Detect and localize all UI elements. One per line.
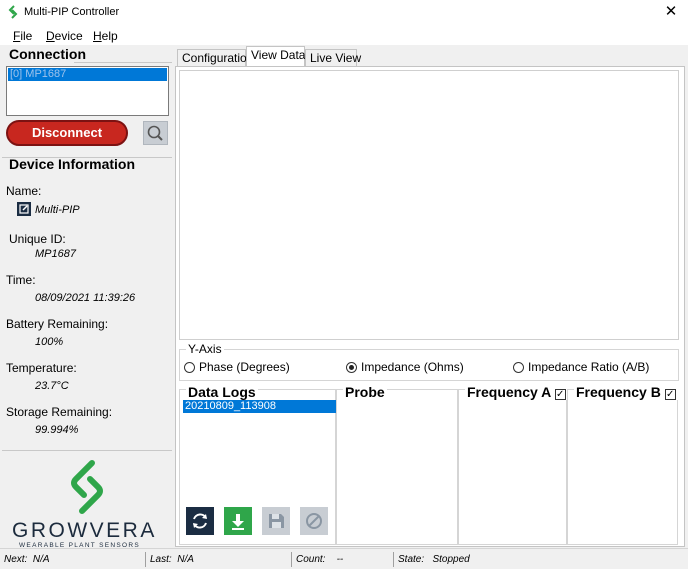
frequency-a-title: Frequency A ✓ <box>465 384 568 400</box>
battery-label: Battery Remaining: <box>6 317 109 331</box>
menu-help[interactable]: Help <box>93 29 118 43</box>
save-button[interactable] <box>262 507 290 535</box>
prohibited-icon <box>306 513 322 529</box>
radio-impedance-ratio[interactable]: Impedance Ratio (A/B) <box>513 360 649 374</box>
close-button[interactable]: ✕ <box>654 0 688 25</box>
probe-group: Probe <box>336 384 458 545</box>
chart-area[interactable] <box>179 70 679 340</box>
disconnect-button[interactable]: Disconnect <box>6 120 128 146</box>
brand-name: GROWVERA <box>12 519 157 542</box>
menu-bar: File Device Help <box>0 25 688 45</box>
radio-button[interactable] <box>184 362 195 373</box>
growvera-logo-icon <box>71 460 103 514</box>
storage-label: Storage Remaining: <box>6 405 113 419</box>
radio-button-selected[interactable] <box>346 362 357 373</box>
cancel-button[interactable] <box>300 507 328 535</box>
divider <box>393 552 394 567</box>
device-info-title: Device Information <box>9 156 136 172</box>
divider <box>145 552 146 567</box>
y-axis-title: Y-Axis <box>186 342 224 356</box>
tab-view-data[interactable]: View Data <box>246 46 305 66</box>
search-button[interactable] <box>143 121 168 145</box>
edit-icon <box>19 204 29 214</box>
name-value: Multi-PIP <box>35 204 80 216</box>
y-axis-group: Y-Axis Phase (Degrees) Impedance (Ohms) … <box>179 342 679 381</box>
time-label: Time: <box>6 273 36 287</box>
temperature-label: Temperature: <box>6 361 77 375</box>
divider <box>2 450 172 451</box>
tab-live-view[interactable]: Live View <box>305 49 361 66</box>
refresh-button[interactable] <box>186 507 214 535</box>
time-value: 08/09/2021 11:39:26 <box>35 292 136 304</box>
tab-configuration[interactable]: Configuration <box>177 49 253 66</box>
search-icon <box>147 125 163 141</box>
frequency-b-group: Frequency B ✓ <box>567 384 678 545</box>
frequency-b-checkbox[interactable]: ✓ <box>664 389 676 400</box>
temperature-value: 23.7°C <box>35 380 69 392</box>
battery-value: 100% <box>35 336 64 348</box>
download-icon <box>232 514 244 530</box>
title-bar: Multi-PIP Controller ✕ <box>0 0 688 25</box>
brand-logo: GROWVERA WEARABLE PLANT SENSORS <box>0 455 174 549</box>
radio-button[interactable] <box>513 362 524 373</box>
edit-name-button[interactable] <box>17 202 31 216</box>
window-title: Multi-PIP Controller <box>24 6 120 18</box>
frequency-a-group: Frequency A ✓ <box>458 384 568 545</box>
status-next: Next: N/A <box>4 554 50 565</box>
status-state: State: Stopped <box>398 554 470 565</box>
device-list[interactable]: [0] MP1687 <box>6 66 169 116</box>
growvera-logo-icon <box>8 5 18 19</box>
storage-value: 99.994% <box>35 424 79 436</box>
frequency-a-checkbox[interactable]: ✓ <box>554 389 566 400</box>
probe-title: Probe <box>343 384 387 400</box>
refresh-icon <box>193 513 207 529</box>
radio-phase[interactable]: Phase (Degrees) <box>184 360 290 374</box>
status-bar: Next: N/A Last: N/A Count: -- State: Sto… <box>0 548 688 569</box>
data-log-item[interactable]: 20210809_113908 <box>183 400 336 413</box>
data-logs-title: Data Logs <box>186 384 258 400</box>
divider <box>291 552 292 567</box>
status-last: Last: N/A <box>150 554 194 565</box>
name-label: Name: <box>6 184 42 198</box>
left-panel: Connection [0] MP1687 Disconnect Device … <box>0 45 174 549</box>
view-data-panel: Y-Axis Phase (Degrees) Impedance (Ohms) … <box>175 66 685 547</box>
menu-file[interactable]: File <box>13 29 32 43</box>
menu-device[interactable]: Device <box>46 29 83 43</box>
radio-impedance[interactable]: Impedance (Ohms) <box>346 360 464 374</box>
uid-label: Unique ID: <box>9 232 66 246</box>
connection-title: Connection <box>9 46 86 62</box>
uid-value: MP1687 <box>35 248 76 260</box>
frequency-b-title: Frequency B ✓ <box>574 384 678 400</box>
save-icon <box>269 514 284 528</box>
device-list-item[interactable]: [0] MP1687 <box>8 68 167 81</box>
status-count: Count: -- <box>296 554 344 565</box>
data-logs-group: Data Logs 20210809_113908 <box>179 384 336 545</box>
divider <box>74 62 172 63</box>
download-button[interactable] <box>224 507 252 535</box>
